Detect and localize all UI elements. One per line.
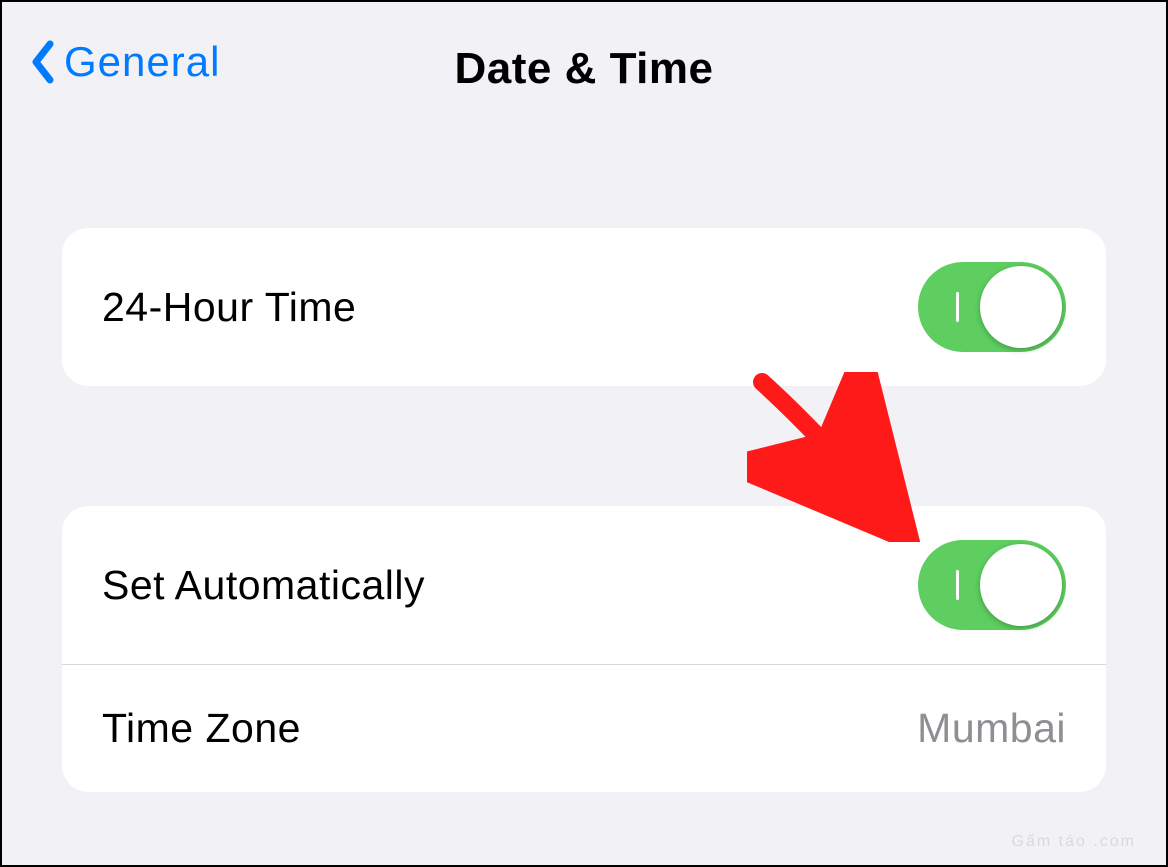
chevron-left-icon: [30, 40, 54, 84]
row-time-zone[interactable]: Time Zone Mumbai: [62, 664, 1106, 792]
back-button[interactable]: General: [30, 38, 220, 86]
row-set-automatically: Set Automatically: [62, 506, 1106, 664]
switch-on-indicator: [956, 570, 959, 600]
switch-set-automatically[interactable]: [918, 540, 1066, 630]
settings-group-auto-timezone: Set Automatically Time Zone Mumbai: [62, 506, 1106, 792]
row-label: Time Zone: [102, 705, 301, 752]
time-zone-value: Mumbai: [917, 705, 1066, 752]
switch-knob: [980, 544, 1062, 626]
switch-knob: [980, 266, 1062, 348]
row-24-hour-time: 24-Hour Time: [62, 228, 1106, 386]
content: 24-Hour Time Set Automatically Time Zone…: [2, 98, 1166, 792]
navbar: General Date & Time: [2, 2, 1166, 98]
back-label: General: [64, 38, 220, 86]
row-label: 24-Hour Time: [102, 284, 356, 331]
watermark: Gấm táo .com: [1012, 833, 1136, 851]
settings-group-time-format: 24-Hour Time: [62, 228, 1106, 386]
switch-24-hour-time[interactable]: [918, 262, 1066, 352]
switch-on-indicator: [956, 292, 959, 322]
row-label: Set Automatically: [102, 562, 425, 609]
